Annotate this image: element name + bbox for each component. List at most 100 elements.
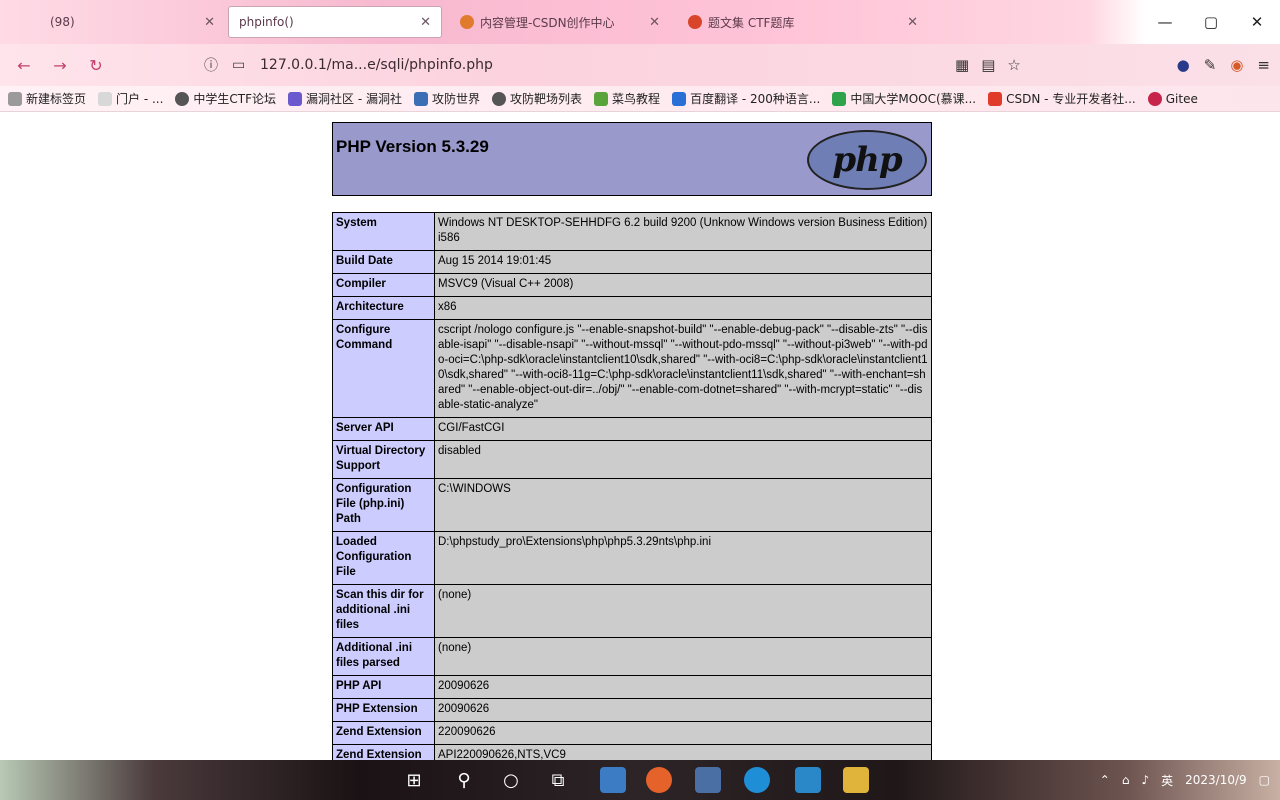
bookmark-icon bbox=[98, 91, 113, 106]
bookmark-item[interactable]: 攻防靶场列表 bbox=[492, 90, 582, 107]
info-key: Compiler bbox=[332, 273, 435, 297]
page-content: PHP Version 5.3.29 php System Windows NT … bbox=[0, 112, 1280, 760]
profile-avatar-icon[interactable]: ◉ bbox=[1230, 56, 1243, 74]
info-icon[interactable]: ⓘ bbox=[200, 55, 222, 75]
table-row: PHP Extension 20090626 bbox=[332, 698, 932, 722]
php-logo[interactable]: php bbox=[807, 130, 927, 190]
info-key: Configuration File (php.ini) Path bbox=[332, 478, 435, 532]
bookmark-item[interactable]: CSDN - 专业开发者社... bbox=[988, 90, 1136, 107]
php-info-table: System Windows NT DESKTOP-SEHHDFG 6.2 bui… bbox=[332, 212, 932, 760]
url-text[interactable]: 127.0.0.1/ma...e/sqli/phpinfo.php bbox=[260, 57, 493, 73]
table-row: Zend Extension BuildAPI220090626,NTS,VC9 bbox=[332, 744, 932, 760]
table-row: Build Date Aug 15 2014 19:01:45 bbox=[332, 250, 932, 274]
bookmark-item[interactable]: 中学生CTF论坛 bbox=[175, 90, 276, 107]
taskbar-app-store[interactable] bbox=[692, 764, 724, 796]
info-key: Scan this dir for additional .ini files bbox=[332, 584, 435, 638]
taskbar-app-explorer[interactable] bbox=[597, 764, 629, 796]
close-icon[interactable]: ✕ bbox=[414, 15, 431, 30]
network-icon[interactable]: ⌂ bbox=[1122, 773, 1130, 787]
bookmark-star-icon[interactable]: ☆ bbox=[1007, 56, 1020, 74]
globe-icon bbox=[492, 91, 507, 106]
table-row: Compiler MSVC9 (Visual C++ 2008) bbox=[332, 273, 932, 297]
info-key: Build Date bbox=[332, 250, 435, 274]
bookmark-item[interactable]: Gitee bbox=[1147, 91, 1198, 106]
tab-title: (98) bbox=[50, 15, 75, 29]
table-row: Additional .ini files parsed (none) bbox=[332, 637, 932, 676]
info-value: (none) bbox=[434, 584, 932, 638]
bookmark-item[interactable]: 攻防世界 bbox=[414, 90, 480, 107]
chevron-up-icon[interactable]: ⌃ bbox=[1100, 773, 1110, 787]
extension-icon[interactable]: ● bbox=[1177, 56, 1190, 74]
bookmark-item[interactable]: 菜鸟教程 bbox=[594, 90, 660, 107]
tab-phpinfo[interactable]: phpinfo() ✕ bbox=[228, 6, 442, 38]
taskbar-app-editor[interactable] bbox=[792, 764, 824, 796]
cortana-icon[interactable]: ○ bbox=[495, 764, 527, 796]
toolbar-right: ● ✎ ◉ ≡ bbox=[1177, 49, 1270, 81]
minimize-icon[interactable]: — bbox=[1142, 0, 1188, 44]
reader-mode-icon[interactable]: ▤ bbox=[981, 56, 995, 74]
taskbar: ⊞ ⚲ ○ ⧉ ⌃ ⌂ ♪ 英 2023/10/9 ▢ bbox=[0, 760, 1280, 800]
bookmark-item[interactable]: 门户 - ... bbox=[98, 90, 163, 107]
info-value: 20090626 bbox=[434, 698, 932, 722]
bookmark-item[interactable]: 新建标签页 bbox=[8, 90, 86, 107]
volume-icon[interactable]: ♪ bbox=[1141, 773, 1149, 787]
info-value: D:\phpstudy_pro\Extensions\php\php5.3.29… bbox=[434, 531, 932, 585]
address-actions: ▦ ▤ ☆ bbox=[955, 49, 1021, 81]
close-window-icon[interactable]: ✕ bbox=[1234, 0, 1280, 44]
ctf-favicon-icon bbox=[688, 15, 702, 29]
tab-csdn[interactable]: 内容管理-CSDN创作中心 ✕ bbox=[450, 6, 670, 38]
php-version-title: PHP Version 5.3.29 bbox=[336, 137, 489, 156]
info-key: Virtual Directory Support bbox=[332, 440, 435, 479]
close-icon[interactable]: ✕ bbox=[198, 15, 215, 30]
forward-arrow-icon[interactable]: → bbox=[42, 49, 78, 81]
input-method-label[interactable]: 英 bbox=[1161, 772, 1173, 789]
tab-bar: (98) ✕ phpinfo() ✕ 内容管理-CSDN创作中心 ✕ 题文集 C… bbox=[0, 0, 1280, 44]
tab-title: 内容管理-CSDN创作中心 bbox=[480, 15, 615, 30]
table-row: Scan this dir for additional .ini files(… bbox=[332, 584, 932, 638]
tab-ctf[interactable]: 题文集 CTF题库 ✕ bbox=[678, 6, 928, 38]
info-key: Zend Extension bbox=[332, 721, 435, 745]
tab-title: 题文集 CTF题库 bbox=[708, 15, 795, 30]
csdn-favicon-icon bbox=[460, 15, 474, 29]
clock[interactable]: 2023/10/9 bbox=[1185, 773, 1247, 787]
table-row: Configuration File (php.ini) Path C:\WIND… bbox=[332, 478, 932, 532]
qr-code-icon[interactable]: ▦ bbox=[955, 56, 969, 74]
bookmark-icon bbox=[672, 91, 687, 106]
search-icon[interactable]: ⚲ bbox=[448, 764, 480, 796]
taskbar-app-edge[interactable] bbox=[741, 764, 773, 796]
firefox-icon bbox=[646, 767, 672, 793]
tab-first[interactable]: (98) ✕ bbox=[40, 6, 225, 38]
bookmark-item[interactable]: 漏洞社区 - 漏洞社 bbox=[288, 90, 402, 107]
table-row: PHP API 20090626 bbox=[332, 675, 932, 699]
back-arrow-icon[interactable]: ← bbox=[6, 49, 42, 81]
address-bar[interactable]: ⓘ ▭ 127.0.0.1/ma...e/sqli/phpinfo.php bbox=[200, 49, 1040, 81]
table-row: Server API CGI/FastCGI bbox=[332, 417, 932, 441]
globe-icon bbox=[175, 91, 190, 106]
php-logo-text: php bbox=[832, 140, 902, 180]
windows-start-icon[interactable]: ⊞ bbox=[398, 764, 430, 796]
task-view-icon[interactable]: ⧉ bbox=[542, 764, 574, 796]
taskbar-app-firefox[interactable] bbox=[643, 764, 675, 796]
close-icon[interactable]: ✕ bbox=[901, 15, 918, 30]
close-icon[interactable]: ✕ bbox=[643, 15, 660, 30]
editor-icon bbox=[795, 767, 821, 793]
system-tray: ⌃ ⌂ ♪ 英 2023/10/9 ▢ bbox=[1100, 760, 1270, 800]
bookmark-icon bbox=[288, 91, 303, 106]
notification-icon[interactable]: ▢ bbox=[1259, 773, 1270, 787]
bookmark-icon bbox=[594, 91, 609, 106]
reload-icon[interactable]: ↻ bbox=[78, 49, 114, 81]
bookmark-item[interactable]: 中国大学MOOC(慕课... bbox=[832, 90, 976, 107]
taskbar-app-folder[interactable] bbox=[840, 764, 872, 796]
table-row: Zend Extension 220090626 bbox=[332, 721, 932, 745]
info-key: System bbox=[332, 212, 435, 251]
menu-icon[interactable]: ≡ bbox=[1257, 56, 1270, 74]
bookmark-item[interactable]: 百度翻译 - 200种语言... bbox=[672, 90, 820, 107]
maximize-icon[interactable]: ▢ bbox=[1188, 0, 1234, 44]
info-key: Loaded Configuration File bbox=[332, 531, 435, 585]
php-header: PHP Version 5.3.29 php bbox=[332, 122, 932, 196]
navigation-bar: ← → ↻ ⓘ ▭ 127.0.0.1/ma...e/sqli/phpinfo.… bbox=[0, 44, 1280, 86]
info-value: API220090626,NTS,VC9 bbox=[434, 744, 932, 760]
info-value: 20090626 bbox=[434, 675, 932, 699]
pen-icon[interactable]: ✎ bbox=[1204, 56, 1217, 74]
info-value: CGI/FastCGI bbox=[434, 417, 932, 441]
